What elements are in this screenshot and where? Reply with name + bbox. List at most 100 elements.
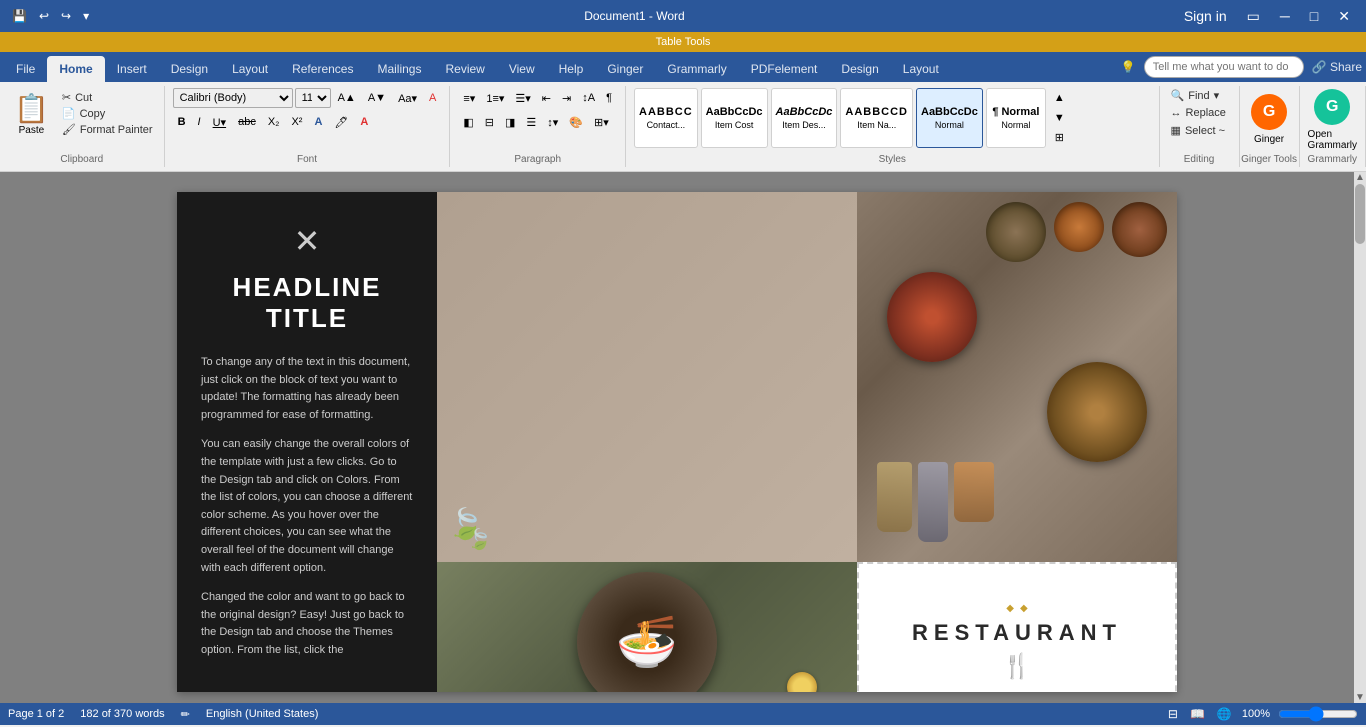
document-area: ✕ HEADLINE TITLE To change any of the te… (0, 172, 1366, 703)
decrease-font-button[interactable]: A▼ (363, 88, 391, 108)
page-indicator: Page 1 of 2 (8, 708, 64, 721)
paste-icon: 📋 (14, 92, 49, 125)
find-button[interactable]: 🔍 Find ▾ (1168, 88, 1223, 103)
superscript-button[interactable]: X² (286, 112, 307, 132)
tab-pdfelement[interactable]: PDFelement (739, 56, 830, 82)
style-itemname[interactable]: AABBCCD Item Na... (840, 88, 913, 148)
copy-button[interactable]: 📄 Copy (59, 106, 156, 121)
clear-format-button[interactable]: A (424, 88, 441, 108)
save-button[interactable]: 💾 (8, 7, 31, 25)
underline-button[interactable]: U▾ (208, 112, 231, 132)
change-case-button[interactable]: Aa▾ (393, 88, 422, 108)
tab-view[interactable]: View (497, 56, 547, 82)
italic-button[interactable]: I (193, 112, 206, 132)
tab-help[interactable]: Help (547, 56, 596, 82)
center-bg (437, 192, 857, 562)
align-center-button[interactable]: ⊟ (480, 112, 499, 132)
copy-icon: 📄 (62, 107, 76, 120)
tab-references[interactable]: References (280, 56, 365, 82)
text-effects-button[interactable]: A (309, 112, 327, 132)
read-mode-button[interactable]: 📖 (1188, 705, 1207, 723)
ribbon-tabs: File Home Insert Design Layout Reference… (0, 52, 1366, 82)
zoom-slider[interactable] (1278, 708, 1358, 720)
font-color-button[interactable]: A (355, 112, 373, 132)
web-layout-button[interactable]: 🌐 (1215, 705, 1234, 723)
justify-button[interactable]: ☰ (521, 112, 541, 132)
multilevel-button[interactable]: ☰▾ (510, 88, 535, 108)
ramen-icon: 🍜 (616, 613, 678, 672)
tab-insert[interactable]: Insert (105, 56, 159, 82)
styles-more[interactable]: ⊞ (1049, 128, 1070, 148)
font-name-select[interactable]: Calibri (Body) (173, 88, 293, 108)
tab-home[interactable]: Home (47, 56, 104, 82)
tab-layout2[interactable]: Layout (891, 56, 951, 82)
shading-button[interactable]: 🎨 (564, 112, 588, 132)
tab-layout[interactable]: Layout (220, 56, 280, 82)
paste-button[interactable]: 📋 Paste (8, 90, 55, 138)
line-spacing-button[interactable]: ↕▾ (542, 112, 563, 132)
increase-font-button[interactable]: A▲ (333, 88, 361, 108)
format-painter-button[interactable]: 🖌 Format Painter (59, 122, 156, 137)
redo-button[interactable]: ↪ (57, 7, 75, 25)
word-count: 182 of 370 words (80, 708, 164, 721)
cut-button[interactable]: ✂ Cut (59, 90, 156, 105)
vertical-scrollbar[interactable]: ▲ ▼ (1354, 172, 1366, 703)
highlight-button[interactable]: 🖊 (329, 112, 353, 132)
style-itemdes[interactable]: AaBbCcDc Item Des... (771, 88, 838, 148)
scroll-down-button[interactable]: ▼ (1354, 692, 1366, 703)
sign-in-button[interactable]: Sign in (1176, 4, 1235, 28)
tab-review[interactable]: Review (433, 56, 496, 82)
center-top: 🍃 🍃 ✕ "PUT A QUOTE HERE TO HIGHLIGHT THI… (437, 192, 857, 562)
replace-button[interactable]: ↔ Replace (1168, 106, 1229, 120)
tab-mailings[interactable]: Mailings (365, 56, 433, 82)
show-formatting-button[interactable]: ¶ (601, 88, 617, 108)
lightbulb-icon[interactable]: 💡 (1121, 60, 1136, 74)
style-contact[interactable]: AABBCC Contact... (634, 88, 698, 148)
style-itemcost[interactable]: AaBbCcDc Item Cost (701, 88, 768, 148)
select-button[interactable]: ▦ Select ~ (1168, 123, 1228, 138)
title-bar-left: 💾 ↩ ↪ ▾ (8, 7, 93, 25)
ribbon-toggle-button[interactable]: ▭ (1239, 4, 1268, 29)
styles-scroll-down[interactable]: ▼ (1049, 108, 1070, 128)
tab-design[interactable]: Design (159, 56, 220, 82)
decrease-indent-button[interactable]: ⇤ (537, 88, 556, 108)
minimize-button[interactable]: ─ (1272, 4, 1298, 28)
align-left-button[interactable]: ◧ (458, 112, 478, 132)
strikethrough-button[interactable]: abc (233, 112, 261, 132)
bullets-button[interactable]: ≡▾ (458, 88, 480, 108)
bold-button[interactable]: B (173, 112, 191, 132)
grammarly-icon: G (1314, 89, 1350, 125)
undo-button[interactable]: ↩ (35, 7, 53, 25)
tab-design2[interactable]: Design (829, 56, 890, 82)
close-button[interactable]: ✕ (1330, 4, 1358, 29)
tell-me-input[interactable] (1144, 56, 1304, 78)
title-bar: 💾 ↩ ↪ ▾ Document1 - Word Sign in ▭ ─ □ ✕ (0, 0, 1366, 32)
style-normal[interactable]: AaBbCcDc Normal (916, 88, 983, 148)
share-button[interactable]: 🔗 Share (1312, 60, 1362, 74)
font-name-row: Calibri (Body) 11 A▲ A▼ Aa▾ A (173, 88, 442, 108)
find-dropdown-icon: ▾ (1214, 89, 1220, 102)
headline-title: HEADLINE TITLE (201, 272, 413, 334)
format-painter-icon: 🖌 (62, 123, 76, 136)
tab-grammarly[interactable]: Grammarly (655, 56, 738, 82)
subscript-button[interactable]: X₂ (263, 112, 285, 132)
font-size-select[interactable]: 11 (295, 88, 331, 108)
leaf-decoration-right: 🍃 (467, 527, 492, 552)
numbering-button[interactable]: 1≡▾ (481, 88, 509, 108)
scroll-thumb[interactable] (1355, 184, 1365, 244)
scroll-up-button[interactable]: ▲ (1354, 172, 1366, 183)
styles-scroll-up[interactable]: ▲ (1049, 88, 1070, 108)
increase-indent-button[interactable]: ⇥ (557, 88, 576, 108)
sort-button[interactable]: ↕A (577, 88, 600, 108)
customize-qa-button[interactable]: ▾ (79, 7, 93, 25)
print-layout-button[interactable]: ⊟ (1166, 705, 1180, 723)
borders-button[interactable]: ⊞▾ (589, 112, 614, 132)
clipboard-small: ✂ Cut 📄 Copy 🖌 Format Painter (59, 90, 156, 137)
tab-file[interactable]: File (4, 56, 47, 82)
tab-ginger[interactable]: Ginger (595, 56, 655, 82)
right-top (857, 192, 1177, 562)
style-normal2[interactable]: ¶ Normal Normal (986, 88, 1046, 148)
align-right-button[interactable]: ◨ (500, 112, 520, 132)
restore-button[interactable]: □ (1302, 4, 1326, 28)
document-container[interactable]: ✕ HEADLINE TITLE To change any of the te… (0, 172, 1354, 703)
